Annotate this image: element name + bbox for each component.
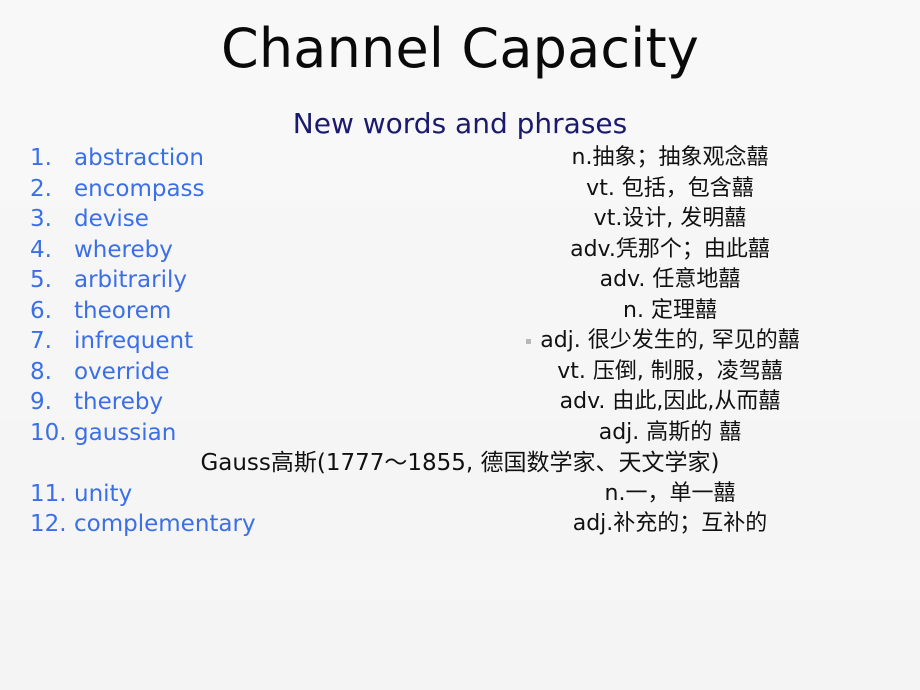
vocabulary-item-definition: adj.补充的；互补的 — [572, 511, 768, 536]
vocabulary-definition-cell: adj. 很少发生的, 罕见的囍 — [420, 326, 920, 357]
vocabulary-word-entry: 10. gaussian — [30, 418, 410, 449]
vocabulary-definition-cell: adj.补充的；互补的 — [420, 509, 920, 540]
vocabulary-item-definition: n.一，单一囍 — [604, 480, 736, 506]
vocabulary-definition-cell: n.一，单一囍 — [420, 479, 920, 510]
vocabulary-word-entry: 8. override — [30, 357, 410, 388]
vocabulary-definition-cell: n. 定理囍 — [420, 296, 920, 327]
vocabulary-item-word: override — [74, 358, 170, 385]
vocabulary-word-entry: 12. complementary — [30, 509, 410, 540]
vocabulary-item-word: thereby — [74, 389, 164, 415]
vocabulary-word-entry: 4. whereby — [30, 235, 410, 266]
vocabulary-word-entry: 9. thereby — [30, 387, 410, 418]
vocabulary-item-definition: vt. 压倒, 制服，凌驾囍 — [557, 358, 783, 384]
vocabulary-item-word: arbitrarily — [74, 267, 187, 293]
vocabulary-item-number: 12. — [30, 511, 67, 537]
vocabulary-definition-cell: n.抽象；抽象观念囍 — [420, 143, 920, 174]
vocabulary-word-entry: 6. theorem — [30, 296, 410, 327]
vocabulary-item-number: 11. — [30, 480, 67, 507]
vocabulary-item-definition: vt.设计, 发明囍 — [593, 206, 747, 231]
vocabulary-item-word: complementary — [74, 511, 256, 537]
vocabulary-row: 3. devise vt.设计, 发明囍 — [0, 204, 920, 235]
vocabulary-list: 1. abstraction n.抽象；抽象观念囍 2. encompass vt. 包括… — [0, 143, 920, 563]
vocabulary-definition-cell: adv. 由此,因此,从而囍 — [420, 387, 920, 418]
vocabulary-item-number: 8. — [30, 358, 52, 385]
vocabulary-definition-cell: adv.凭那个；由此囍 — [420, 235, 920, 266]
vocabulary-item-number: 6. — [30, 297, 52, 324]
vocabulary-item-word: infrequent — [74, 328, 194, 354]
vocabulary-row: 11. unity n.一，单一囍 — [0, 479, 920, 510]
vocabulary-item-definition: adj. 很少发生的, 罕见的囍 — [526, 326, 800, 357]
vocabulary-item-definition: n.抽象；抽象观念囍 — [571, 145, 769, 170]
vocabulary-definition-cell: adj. 高斯的 囍 — [420, 418, 920, 449]
vocabulary-word-entry: 3. devise — [30, 204, 410, 235]
vocabulary-item-definition: adv. 由此,因此,从而囍 — [559, 389, 781, 414]
vocabulary-item-number: 1. — [30, 145, 52, 171]
vocabulary-item-definition: n. 定理囍 — [623, 297, 717, 323]
vocabulary-item-number: 2. — [30, 175, 52, 202]
vocabulary-item-definition: vt. 包括，包含囍 — [586, 175, 754, 201]
slide-canvas: Channel Capacity New words and phrases 1… — [0, 0, 920, 690]
vocabulary-word-entry: 7. infrequent — [30, 326, 410, 357]
vocabulary-item-definition: adv. 任意地囍 — [599, 267, 741, 292]
gauss-note-row: Gauss高斯(1777～1855, 德国数学家、天文学家) — [0, 448, 920, 479]
slide-subtitle: New words and phrases — [292, 107, 628, 140]
vocabulary-row: 6. theorem n. 定理囍 — [0, 296, 920, 327]
vocabulary-row: 12. complementary adj.补充的；互补的 — [0, 509, 920, 540]
vocabulary-item-word: gaussian — [74, 419, 177, 446]
vocabulary-item-word: theorem — [74, 297, 172, 324]
square-bullet-icon — [526, 339, 532, 344]
vocabulary-item-number: 4. — [30, 236, 52, 263]
vocabulary-item-word: whereby — [74, 236, 173, 263]
vocabulary-row: 4. whereby adv.凭那个；由此囍 — [0, 235, 920, 266]
vocabulary-item-word: encompass — [74, 175, 205, 202]
vocabulary-item-number: 3. — [30, 206, 52, 232]
vocabulary-word-entry: 5. arbitrarily — [30, 265, 410, 296]
vocabulary-definition-cell: adv. 任意地囍 — [420, 265, 920, 296]
page-title: Channel Capacity — [220, 17, 700, 80]
gauss-note: Gauss高斯(1777～1855, 德国数学家、天文学家) — [200, 450, 720, 476]
vocabulary-row: 5. arbitrarily adv. 任意地囍 — [0, 265, 920, 296]
vocabulary-definition-cell: vt. 包括，包含囍 — [420, 174, 920, 205]
vocabulary-row: 7. infrequent adj. 很少发生的, 罕见的囍 — [0, 326, 920, 357]
vocabulary-row: 2. encompass vt. 包括，包含囍 — [0, 174, 920, 205]
vocabulary-row: 10. gaussian adj. 高斯的 囍 — [0, 418, 920, 449]
vocabulary-item-definition: adv.凭那个；由此囍 — [570, 236, 770, 262]
vocabulary-word-entry: 1. abstraction — [30, 143, 410, 174]
vocabulary-word-entry: 11. unity — [30, 479, 410, 510]
vocabulary-item-number: 5. — [30, 267, 52, 293]
vocabulary-item-word: unity — [74, 480, 133, 507]
vocabulary-item-definition: adj. 高斯的 囍 — [598, 419, 742, 445]
vocabulary-definition-cell: vt.设计, 发明囍 — [420, 204, 920, 235]
vocabulary-item-number: 10. — [30, 419, 67, 446]
vocabulary-row: 9. thereby adv. 由此,因此,从而囍 — [0, 387, 920, 418]
vocabulary-row: 8. override vt. 压倒, 制服，凌驾囍 — [0, 357, 920, 388]
vocabulary-item-word: devise — [74, 206, 149, 232]
vocabulary-item-number: 7. — [30, 328, 52, 354]
vocabulary-item-word: abstraction — [74, 145, 204, 171]
vocabulary-definition-cell: vt. 压倒, 制服，凌驾囍 — [420, 357, 920, 388]
vocabulary-row: 1. abstraction n.抽象；抽象观念囍 — [0, 143, 920, 174]
vocabulary-word-entry: 2. encompass — [30, 174, 410, 205]
vocabulary-item-number: 9. — [30, 389, 52, 415]
